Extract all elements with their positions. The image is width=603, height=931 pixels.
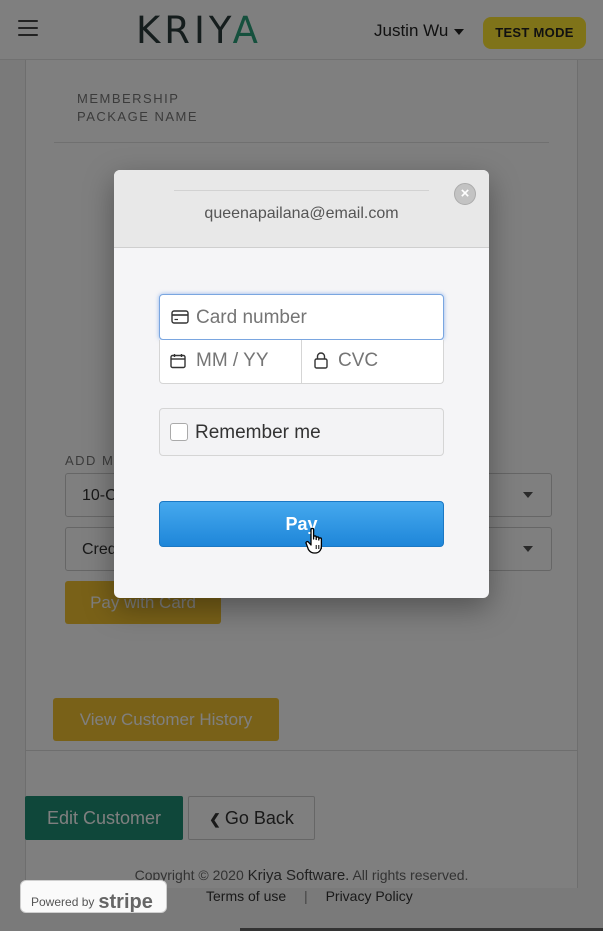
credit-card-icon <box>171 310 189 324</box>
remember-me-label: Remember me <box>195 422 321 443</box>
stripe-checkout-modal: queenapailana@email.com × Remember me Pa… <box>114 170 489 598</box>
cvc-input[interactable] <box>338 350 433 372</box>
header-divider <box>174 190 429 191</box>
powered-by-stripe-badge[interactable]: Powered by stripe <box>20 880 167 913</box>
expiry-input[interactable] <box>196 350 296 372</box>
card-expiry-cvc-row <box>159 340 444 384</box>
card-number-input[interactable] <box>196 307 436 329</box>
customer-email: queenapailana@email.com <box>204 205 399 222</box>
remember-me-checkbox[interactable] <box>170 423 188 441</box>
lock-icon <box>314 352 328 369</box>
remember-me-toggle[interactable]: Remember me <box>159 408 444 456</box>
stripe-logo: stripe <box>98 891 153 913</box>
hand-pointer-cursor-icon <box>305 527 323 554</box>
modal-header: queenapailana@email.com × <box>114 170 489 248</box>
powered-by-text: Powered by <box>31 895 95 909</box>
pay-button[interactable]: Pay <box>159 501 444 547</box>
calendar-icon <box>170 354 186 369</box>
field-divider <box>301 340 302 384</box>
card-number-field[interactable] <box>159 294 444 340</box>
close-icon[interactable]: × <box>454 183 476 205</box>
